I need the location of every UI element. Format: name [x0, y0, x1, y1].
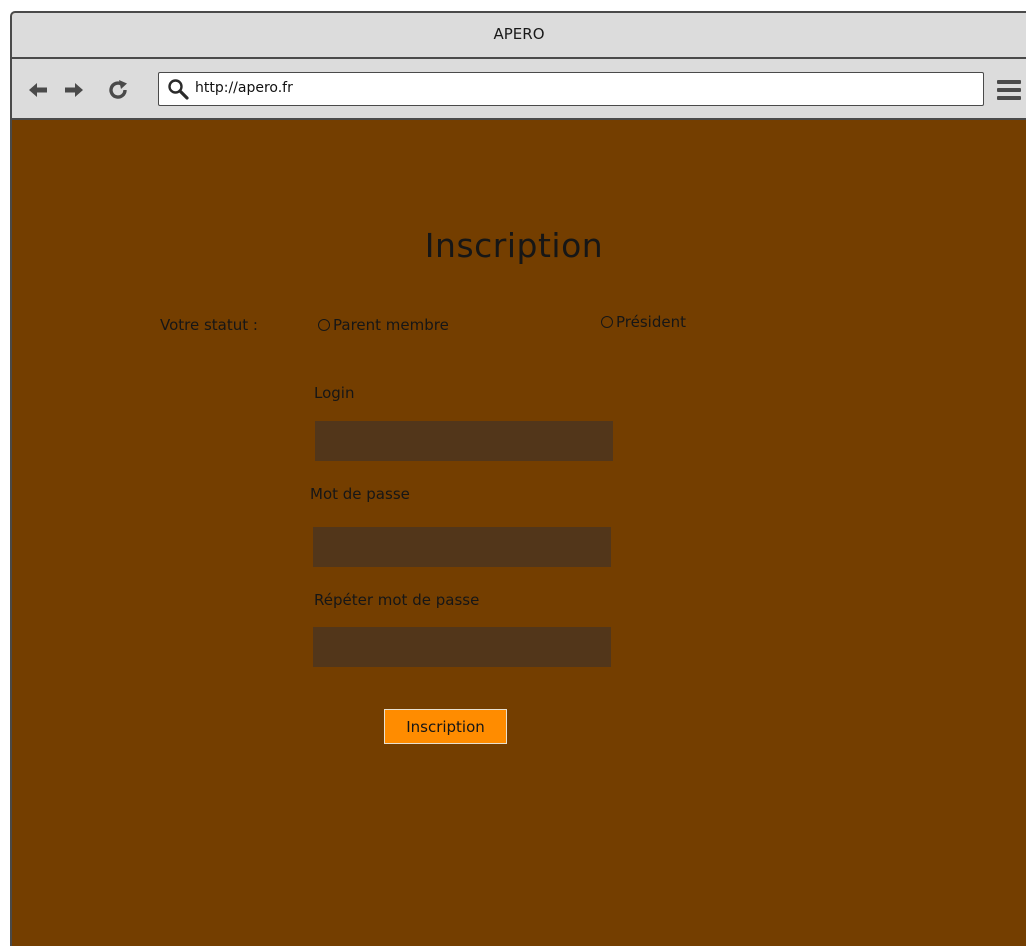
- page-title: Inscription: [424, 226, 604, 265]
- page-content: Inscription Votre statut : Parent membre…: [12, 120, 1026, 946]
- login-label: Login: [314, 384, 355, 402]
- radio-parent-membre[interactable]: Parent membre: [318, 316, 449, 334]
- search-icon: [168, 79, 189, 100]
- browser-toolbar: [12, 59, 1026, 120]
- arrow-right-icon[interactable]: [62, 78, 86, 102]
- radio-label: Parent membre: [333, 316, 449, 334]
- radio-circle-icon[interactable]: [318, 319, 330, 331]
- address-bar[interactable]: [158, 72, 984, 106]
- window-title: APERO: [493, 25, 545, 43]
- browser-window: APERO Inscription Votre statut :: [10, 11, 1026, 946]
- reload-icon[interactable]: [106, 78, 130, 102]
- status-label: Votre statut :: [160, 316, 258, 334]
- login-input[interactable]: [315, 421, 613, 461]
- repeat-password-label: Répéter mot de passe: [314, 591, 480, 609]
- repeat-password-input[interactable]: [313, 627, 611, 667]
- password-input[interactable]: [313, 527, 611, 567]
- radio-label: Président: [616, 313, 686, 331]
- radio-circle-icon[interactable]: [601, 316, 613, 328]
- password-label: Mot de passe: [310, 485, 410, 503]
- url-input[interactable]: [195, 76, 955, 100]
- arrow-left-icon[interactable]: [26, 78, 50, 102]
- inscription-button[interactable]: Inscription: [384, 709, 507, 744]
- hamburger-menu-icon[interactable]: [996, 79, 1022, 101]
- radio-president[interactable]: Président: [601, 313, 686, 331]
- window-titlebar: APERO: [12, 13, 1026, 59]
